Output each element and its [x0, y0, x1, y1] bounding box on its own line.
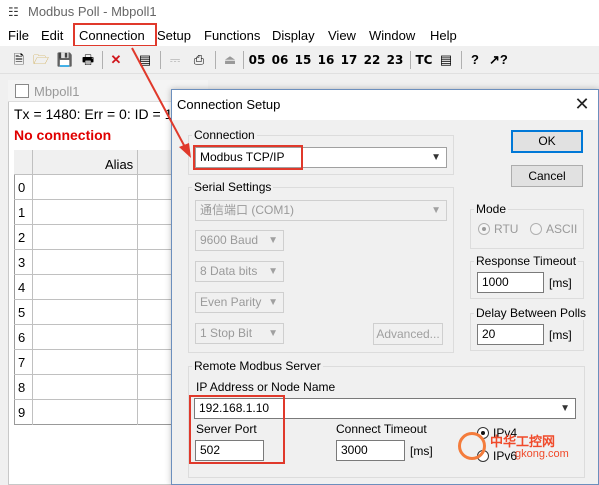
annotation-arrowhead	[179, 143, 191, 158]
watermark-url: gkong.com	[515, 448, 569, 460]
annotation-arrow-line	[131, 47, 187, 150]
annotation-arrow	[131, 47, 191, 158]
watermark-logo	[458, 432, 486, 460]
